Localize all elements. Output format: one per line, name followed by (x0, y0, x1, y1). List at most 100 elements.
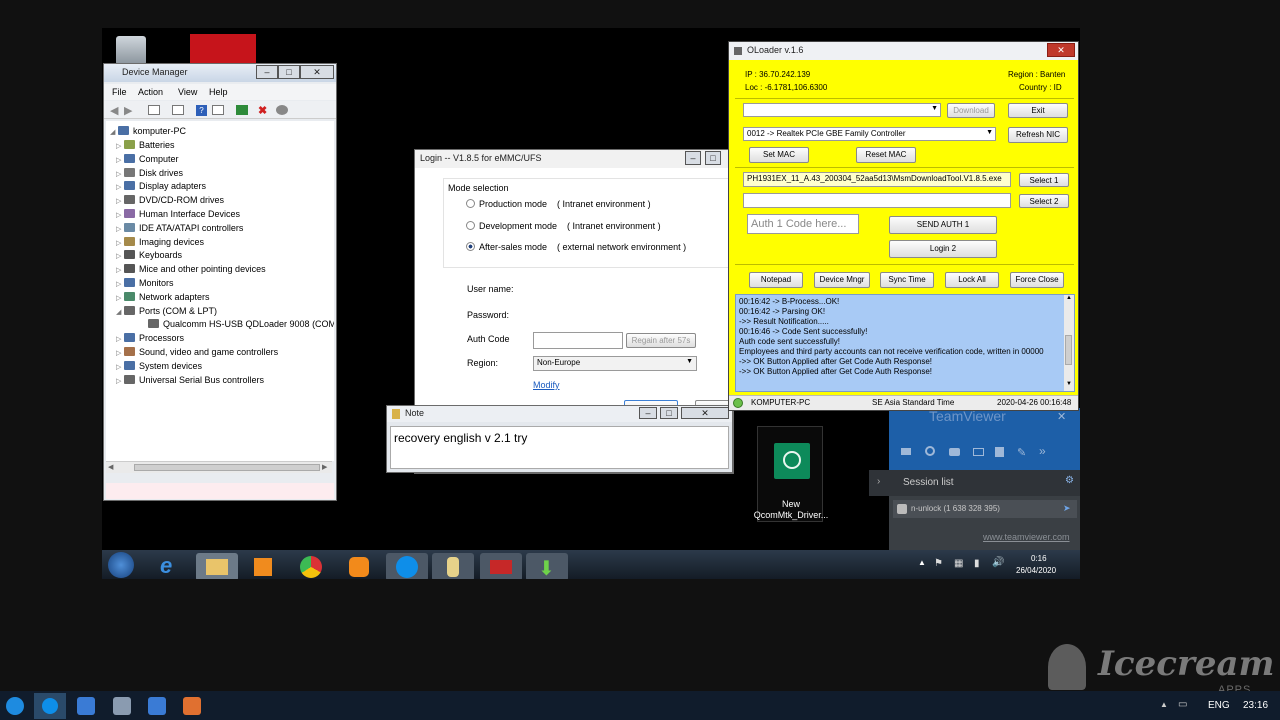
chat-icon[interactable] (949, 448, 960, 456)
close-button[interactable]: ✕ (300, 65, 334, 79)
radio-icon[interactable] (466, 199, 475, 208)
scroll-right-icon[interactable]: ▶ (322, 463, 327, 471)
update-driver-icon[interactable] (276, 105, 288, 115)
app-outer-icon-3[interactable] (148, 697, 166, 715)
menu-help[interactable]: Help (209, 87, 228, 97)
device-mngr-button[interactable]: Device Mngr (814, 272, 870, 288)
scroll-up-icon[interactable]: ▲ (1066, 295, 1072, 301)
select2-button[interactable]: Select 2 (1019, 194, 1069, 208)
maximize-button[interactable]: □ (660, 407, 678, 419)
lock-all-button[interactable]: Lock All (945, 272, 999, 288)
tree-item[interactable]: ▷ Monitors (116, 278, 174, 291)
inner-clock-time[interactable]: 0:16 (1031, 554, 1047, 563)
mode-option[interactable]: Production mode ( Intranet environment ) (466, 199, 651, 209)
tree-item[interactable]: ▷ Display adapters (116, 181, 206, 194)
expand-icon[interactable]: ▷ (116, 183, 124, 191)
region-select[interactable]: Non-Europe ▼ (533, 356, 697, 371)
tree-item[interactable]: ▷ Processors (116, 333, 184, 346)
tools-icon[interactable]: ✎ (1017, 446, 1026, 459)
desktop-icon-installer[interactable]: New QcomMtk_Driver... (754, 426, 828, 522)
tray-volume-icon[interactable]: 🔊 (992, 557, 1004, 568)
tree-item[interactable]: ▷ Imaging devices (116, 236, 204, 250)
teamviewer-task-icon[interactable] (386, 553, 428, 579)
sync-time-button[interactable]: Sync Time (880, 272, 934, 288)
gear-icon[interactable]: ⚙ (1065, 475, 1074, 486)
expand-icon[interactable]: ▷ (116, 239, 124, 247)
oloader-titlebar[interactable]: OLoader v.1.6 (729, 42, 1078, 60)
tree-item[interactable]: ▷ System devices (116, 360, 202, 374)
scroll-left-icon[interactable]: ◀ (108, 463, 113, 471)
exit-button[interactable]: Exit (1008, 103, 1068, 118)
headset-icon[interactable] (925, 446, 935, 456)
menu-view[interactable]: View (178, 87, 197, 97)
files-icon[interactable] (995, 447, 1004, 457)
explorer-icon[interactable] (196, 553, 238, 579)
path2-field[interactable] (743, 193, 1011, 208)
chrome-icon[interactable] (290, 553, 332, 579)
download-button[interactable]: Download (947, 103, 995, 118)
expand-icon[interactable]: ▷ (116, 266, 124, 274)
close-icon[interactable]: ✕ (1057, 410, 1066, 423)
expand-icon[interactable]: ▷ (116, 225, 124, 233)
radio-icon[interactable] (466, 220, 475, 230)
mode-option[interactable]: After-sales mode ( external network envir… (466, 242, 686, 252)
scroll-down-icon[interactable]: ▼ (1066, 381, 1072, 387)
tree-item[interactable]: ▷ Sound, video and game controllers (116, 347, 278, 360)
maximize-button[interactable]: □ (705, 151, 721, 165)
expand-icon[interactable]: ▷ (116, 142, 124, 150)
tree-item[interactable]: ▷ Computer (116, 153, 179, 167)
back-icon[interactable]: ◀ (110, 104, 118, 117)
app-outer-icon-1[interactable] (77, 697, 95, 715)
app-task-icon[interactable] (432, 553, 474, 579)
modify-link[interactable]: Modify (533, 380, 560, 390)
tree-item[interactable]: ▷ Batteries (116, 140, 175, 153)
maximize-button[interactable]: □ (278, 65, 300, 79)
tree-child-item[interactable]: Qualcomm HS-USB QDLoader 9008 (COM3) (140, 319, 334, 332)
mode-option[interactable]: Development mode ( Intranet environment ) (466, 220, 661, 231)
regain-button[interactable]: Regain after 57s (626, 333, 696, 348)
tree-item[interactable]: ▷ Universal Serial Bus controllers (116, 374, 264, 388)
expand-icon[interactable]: ▷ (116, 349, 124, 357)
scroll-thumb[interactable] (1065, 335, 1072, 365)
expand-icon[interactable]: ▷ (116, 280, 124, 288)
teamviewer-link[interactable]: www.teamviewer.com (983, 532, 1070, 542)
inner-clock-date[interactable]: 26/04/2020 (1016, 566, 1056, 575)
scan-icon[interactable] (236, 105, 248, 115)
tray-network-icon[interactable]: ▭ (1178, 699, 1187, 710)
help-icon[interactable]: ? (196, 105, 207, 116)
start-button[interactable] (6, 697, 24, 715)
expand-icon[interactable]: ▷ (116, 363, 124, 371)
session-list-header[interactable]: › Session list ⚙ (869, 470, 1080, 496)
auth-code-input[interactable]: Auth 1 Code here... (747, 214, 859, 234)
expand-icon[interactable]: ▷ (116, 211, 124, 219)
forward-icon[interactable]: ▶ (124, 104, 132, 117)
view-icon[interactable] (212, 105, 224, 115)
horizontal-scrollbar[interactable]: ◀ ▶ (106, 461, 332, 473)
note-textarea[interactable]: recovery english v 2.1 try (390, 426, 729, 469)
toolbox-task-icon[interactable] (480, 553, 522, 579)
expand-icon[interactable]: ▷ (116, 170, 124, 178)
tray-up-icon[interactable]: ▲ (918, 558, 926, 567)
session-item[interactable]: n-unlock (1 638 328 395) ➤ (893, 500, 1077, 518)
outer-clock[interactable]: 23:16 (1243, 700, 1268, 711)
menu-file[interactable]: File (112, 87, 127, 97)
notepad-button[interactable]: Notepad (749, 272, 803, 288)
expand-icon[interactable]: ▷ (116, 377, 124, 385)
tree-item[interactable]: ▷ Human Interface Devices (116, 209, 240, 222)
tree-item[interactable]: ▷ Keyboards (116, 250, 182, 263)
set-mac-button[interactable]: Set MAC (749, 147, 809, 163)
minimize-button[interactable]: – (256, 65, 278, 79)
teamviewer-outer-icon[interactable] (34, 693, 66, 719)
collapse-icon[interactable]: ◢ (110, 128, 118, 136)
tree-item[interactable]: ▷ DVD/CD-ROM drives (116, 195, 224, 208)
expand-icon[interactable]: » (1039, 444, 1046, 458)
start-button[interactable] (108, 552, 134, 578)
download-task-icon[interactable]: ⬇ (526, 553, 568, 579)
force-close-button[interactable]: Force Close (1010, 272, 1064, 288)
firmware-select[interactable]: ▼ (743, 103, 941, 117)
refresh-nic-button[interactable]: Refresh NIC (1008, 127, 1068, 143)
select1-button[interactable]: Select 1 (1019, 173, 1069, 187)
tray-network-icon[interactable]: ▦ (954, 558, 963, 569)
close-button[interactable]: ✕ (681, 407, 729, 419)
log-scrollbar[interactable]: ▲ ▼ (1064, 295, 1074, 391)
